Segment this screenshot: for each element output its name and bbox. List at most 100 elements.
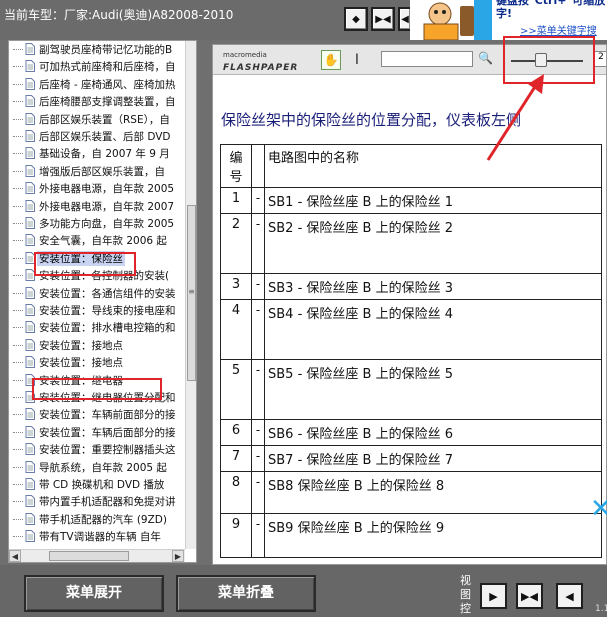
document-icon <box>25 182 35 195</box>
search-input[interactable] <box>381 51 473 67</box>
tree-item-label: 多功能方向盘，自年款 2005 <box>39 218 175 230</box>
close-icon[interactable]: ✕ <box>590 494 607 524</box>
menu-tree-panel: 副驾驶员座椅带记忆功能的B 可加热式前座椅和后座椅，自后座椅 - 座椅通风、座椅加… <box>8 40 197 563</box>
bottom-view-left-button[interactable]: ◀ <box>556 583 583 609</box>
tree-item[interactable]: 后部区娱乐装置（RSE），自 <box>9 111 185 128</box>
tree-item[interactable]: 带内置手机适配器和免提对讲 <box>9 493 185 510</box>
tree-item[interactable]: 带手机适配器的汽车 (9ZD) <box>9 511 185 528</box>
table-body: 1- SB1 - 保险丝座 B 上的保险丝 1 2- SB2 - 保险丝座 B 上的保… <box>220 187 602 558</box>
cell-name: SB1 - 保险丝座 B 上的保险丝 1 <box>264 187 602 214</box>
cell-name: SB3 - 保险丝座 B 上的保险丝 3 <box>264 273 602 300</box>
tree-item-label: 后部区娱乐装置（RSE），自 <box>39 113 170 126</box>
menu-collapse-button[interactable]: 菜单折叠 <box>176 575 316 612</box>
tree-connector <box>13 101 23 103</box>
document-icon <box>25 43 35 55</box>
cell-sep: - <box>251 299 265 360</box>
tree-connector <box>13 136 23 137</box>
cell-sep: - <box>251 513 265 558</box>
tree-connector <box>13 501 23 503</box>
tree-connector <box>13 310 23 311</box>
tree-item-label: 后座椅腰部支撑调整装置，自 <box>39 96 176 109</box>
table-row: 1- SB1 - 保险丝座 B 上的保险丝 1 <box>220 187 602 214</box>
annotation-arrow-icon <box>486 74 544 161</box>
page-indicator[interactable]: 2 <box>593 51 606 67</box>
tree-item[interactable]: 后座椅腰部支撑调整装置，自 <box>9 93 185 110</box>
tree-item[interactable]: 安装位置：车辆前面部分的接 <box>9 406 185 423</box>
cell-name: SB4 - 保险丝座 B 上的保险丝 4 <box>264 299 602 360</box>
tree-item-label: 安装位置：导线束的接电座和 <box>39 305 176 317</box>
document-icon <box>25 460 35 473</box>
cell-num: 3 <box>220 273 252 300</box>
hand-tool-icon[interactable]: ✋ <box>321 50 341 70</box>
tree-item[interactable]: 导航系统，自年款 2005 起 <box>9 459 185 476</box>
banner-search-link[interactable]: >>菜单关键字搜 <box>520 22 597 37</box>
document-icon <box>25 321 35 334</box>
tree-item[interactable]: 可加热式前座椅和后座椅，自 <box>9 58 185 75</box>
cell-sep: - <box>251 471 265 514</box>
tree-item-label: 可加热式前座椅和后座椅，自 <box>39 61 176 74</box>
cell-num: 1 <box>220 187 252 214</box>
tree-item-label: 增强版后部区娱乐装置，自 <box>39 165 165 178</box>
tree-connector <box>13 414 23 416</box>
tree-item[interactable]: 安装位置：接地点 <box>9 337 185 354</box>
cell-name: SB6 - 保险丝座 B 上的保险丝 6 <box>264 419 602 446</box>
tree-item[interactable]: 后部区娱乐装置、后部 DVD <box>9 128 185 145</box>
tree-item-label: 安装位置：排水槽电控箱的和 <box>39 322 176 335</box>
table-row: 9- SB9 保险丝座 B 上的保险丝 9 <box>220 513 602 558</box>
highlight-relay-item <box>32 378 162 400</box>
tree-item[interactable]: 基础设备，自 2007 年 9 月 <box>9 145 185 162</box>
view-split-button[interactable]: ▶◀ <box>371 7 395 31</box>
tree-connector <box>13 153 23 155</box>
scroll-grip-icon: ≡ <box>188 287 195 296</box>
tree-connector <box>13 170 23 172</box>
document-icon <box>25 512 35 525</box>
tree-connector <box>13 379 23 381</box>
tree-item[interactable]: 安装位置：导线束的接电座和 <box>9 302 185 319</box>
tree-item[interactable]: 多功能方向盘，自年款 2005 <box>9 215 185 232</box>
tree-item[interactable]: 外接电器电源，自年款 2007 <box>9 198 185 215</box>
tree-item[interactable]: 带有TV调谐器的车辆 自年 <box>9 528 185 545</box>
horizontal-scroll-thumb[interactable] <box>49 551 129 561</box>
table-row: 2- SB2 - 保险丝座 B 上的保险丝 2 <box>220 213 602 274</box>
table-row: 7- SB7 - 保险丝座 B 上的保险丝 7 <box>220 445 602 472</box>
tree-item-label: 带手机适配器的汽车 (9ZD) <box>39 513 167 526</box>
highlight-fuse-item <box>34 252 136 276</box>
tree-item-label: 后部区娱乐装置、后部 DVD <box>39 131 171 143</box>
cell-name: SB7 - 保险丝座 B 上的保险丝 7 <box>264 445 602 472</box>
cell-sep: - <box>251 419 265 446</box>
document-icon <box>25 356 35 369</box>
document-icon <box>25 95 35 108</box>
tree-item[interactable]: 后座椅 - 座椅通风、座椅加热 <box>9 76 185 93</box>
tree-item[interactable]: 安装位置：各通信组件的安装 <box>9 285 185 302</box>
tree-item[interactable]: 安全气囊，自年款 2006 起 <box>9 232 185 249</box>
text-select-icon[interactable]: I <box>351 50 363 70</box>
view-single-button[interactable]: ◆ <box>344 7 368 31</box>
document-icon <box>25 164 35 177</box>
scroll-right-arrow-icon[interactable]: ▶ <box>172 550 184 562</box>
document-title: 保险丝架中的保险丝的位置分配，仪表板左侧 <box>221 111 522 129</box>
search-icon[interactable]: 🔍 <box>478 51 494 69</box>
scroll-left-arrow-icon[interactable]: ◀ <box>9 550 21 562</box>
help-banner: 键盘按"Ctrl+"可缩放字! >>菜单关键字搜 <box>410 0 607 40</box>
menu-expand-button[interactable]: 菜单展开 <box>24 575 164 612</box>
tree-item[interactable]: 副驾驶员座椅带记忆功能的B <box>9 41 185 58</box>
logo-small-text: macromedia <box>223 51 267 59</box>
document-icon <box>25 425 35 438</box>
tree-item[interactable]: 安装位置：排水槽电控箱的和 <box>9 319 185 336</box>
tree-item[interactable]: 外接电器电源，自年款 2005 <box>9 180 185 197</box>
header-name: 电路图中的名称 <box>264 144 602 188</box>
bottom-view-single-button[interactable]: ▶ <box>480 583 507 609</box>
tree-item[interactable]: 安装位置：接地点 <box>9 354 185 371</box>
view-single-icon: ◆ <box>352 13 360 25</box>
document-icon <box>25 443 35 456</box>
tree-connector <box>13 344 23 346</box>
tree-item[interactable]: 安装位置：重要控制器插头这 <box>9 441 185 458</box>
tree-item[interactable]: 安装位置：车辆后面部分的接 <box>9 424 185 441</box>
tree-connector <box>13 466 23 468</box>
fuse-table: 编号 电路图中的名称 1- SB1 - 保险丝座 B 上的保险丝 1 2- SB2 -… <box>220 144 602 558</box>
tree-item[interactable]: 增强版后部区娱乐装置，自 <box>9 163 185 180</box>
tree-item[interactable]: 带 CD 换碟机和 DVD 播放 <box>9 476 185 493</box>
table-row: 5- SB5 - 保险丝座 B 上的保险丝 5 <box>220 359 602 420</box>
bottom-view-split-button[interactable]: ▶◀ <box>516 583 543 609</box>
tree-item-label: 导航系统，自年款 2005 起 <box>39 461 167 474</box>
